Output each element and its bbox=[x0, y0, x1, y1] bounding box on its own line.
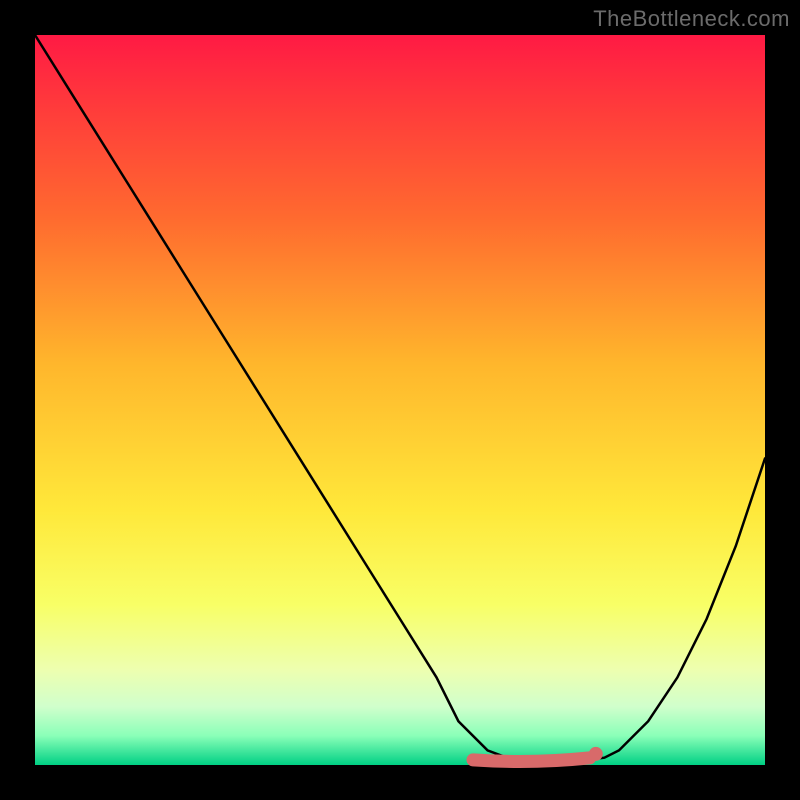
curve-overlay bbox=[35, 35, 765, 765]
attribution-text: TheBottleneck.com bbox=[593, 6, 790, 32]
sweet-spot-marker bbox=[473, 758, 590, 762]
bottleneck-curve bbox=[35, 35, 765, 761]
sweet-spot-endpoint bbox=[589, 747, 603, 761]
